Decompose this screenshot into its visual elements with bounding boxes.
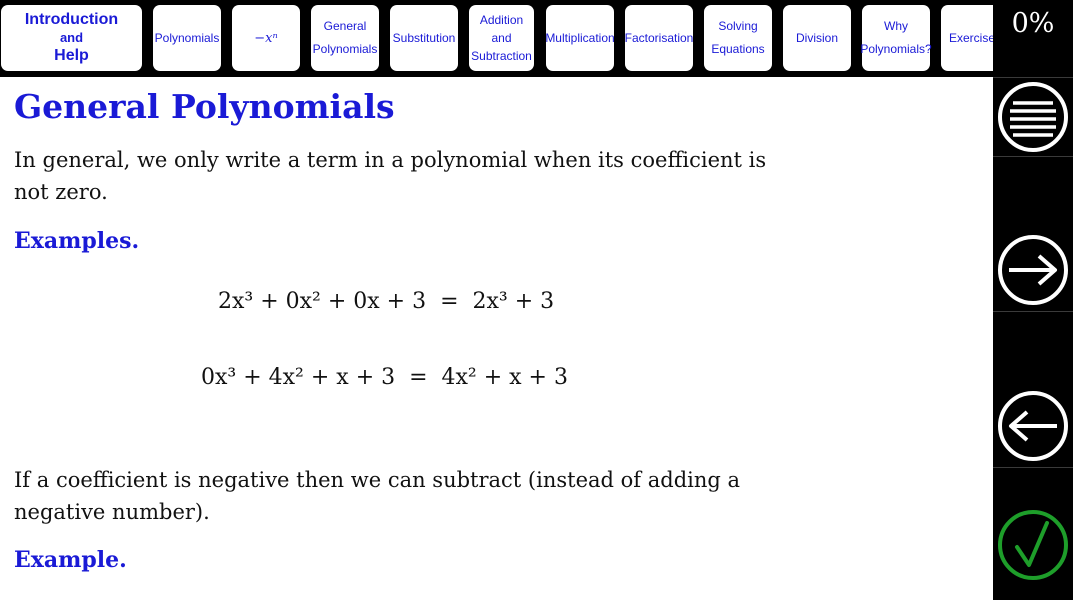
divider [993,156,1073,157]
divider [993,467,1073,468]
tab-label: Multiplication [546,30,614,45]
tab-label: and [491,31,512,45]
page-title: General Polynomials [14,87,395,126]
tab-label: Subtraction [471,49,532,63]
equation: 0x³ + 4x² + x + 3 = 4x² + x + 3 [201,365,568,390]
tab-solving-equations[interactable]: Solving Equations [704,5,772,71]
side-panel: 0% [993,0,1073,600]
tab-label: Polynomials? [860,42,932,56]
tab-label: Division [795,30,838,45]
next-button[interactable] [997,234,1069,306]
tab-multiplication[interactable]: Multiplication [546,5,614,71]
tab-label: Introduction [24,11,119,28]
checkmark-icon [998,510,1068,580]
equation: 2x³ + 0x² + 0x + 3 = 2x³ + 3 [218,289,555,314]
example-heading: Example. [14,547,127,573]
tab-label: Equations [711,42,765,56]
negative-coefficient-note: If a coefficient is negative then we can… [14,468,741,524]
tab-substitution[interactable]: Substitution [390,5,458,71]
check-button[interactable] [997,509,1069,581]
menu-button[interactable] [997,81,1069,153]
tab-addition-and-subtraction[interactable]: Addition and Subtraction [469,5,534,71]
tab-factorisation[interactable]: Factorisation [625,5,693,71]
menu-icon [998,82,1068,152]
tab-label: Polynomials [154,30,220,45]
progress-indicator: 0% [1011,8,1055,39]
divider [993,77,1073,78]
tab-label: −xⁿ [254,30,278,46]
arrow-left-icon [998,391,1068,461]
tab-why-polynomials[interactable]: Why Polynomials? [860,5,932,71]
examples-heading: Examples. [14,228,140,254]
tab-polynomials[interactable]: Polynomials [153,5,221,71]
tab-division[interactable]: Division [783,5,851,71]
intro-paragraph: In general, we only write a term in a po… [14,148,767,204]
content-area: General Polynomials In general, we only … [0,77,993,600]
tab-introduction-and-help[interactable]: Introduction and Help [1,5,142,71]
divider [993,311,1073,312]
tab-label: Factorisation [625,30,693,45]
tab-label: Solving [718,19,758,33]
tab-label: Polynomials [312,42,378,56]
previous-button[interactable] [997,390,1069,462]
tab-label: Addition [479,13,524,27]
tab-label: Why [884,19,908,33]
tab-minus-x-n[interactable]: −xⁿ [232,5,300,71]
tab-general-polynomials[interactable]: General Polynomials [311,5,379,71]
top-navigation: Introduction and Help Polynomials −xⁿ Ge… [0,0,993,77]
tab-exercises[interactable]: Exercises [941,5,993,71]
tab-label: General [323,19,367,33]
tab-label: Substitution [392,30,456,45]
arrow-right-icon [998,235,1068,305]
tab-label: and [59,30,84,45]
tab-label: Help [54,47,89,64]
tab-label: Exercises [949,30,993,45]
